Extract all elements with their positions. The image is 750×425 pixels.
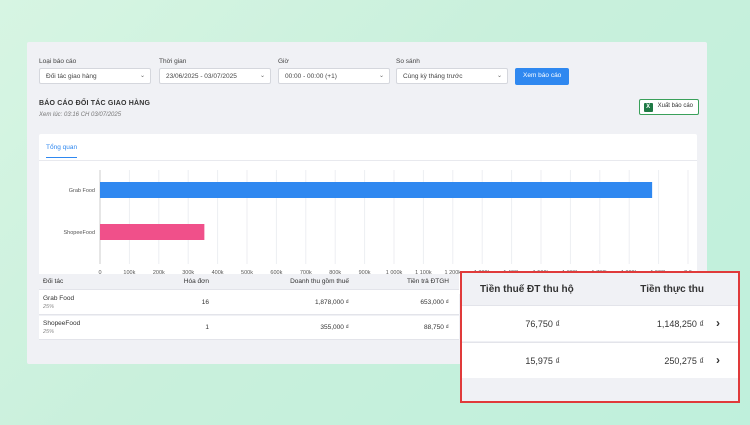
- filter-label: So sánh: [396, 58, 420, 65]
- chevron-down-icon: ⌄: [259, 73, 265, 79]
- table-row[interactable]: ShopeeFood 25% 1 355,000 ₫ 88,750 ₫: [39, 316, 459, 340]
- tax-value: 15,975 ₫: [525, 356, 560, 366]
- select-value: Cùng kỳ tháng trước: [403, 73, 463, 80]
- select-value: 23/06/2025 - 03/07/2025: [166, 73, 237, 80]
- partner-table: Đối tác Hóa đơn Doanh thu gồm thuế Tiền …: [39, 274, 459, 344]
- chevron-down-icon: ⌄: [139, 73, 145, 79]
- partner-name: ShopeeFood: [43, 320, 81, 327]
- callout-row[interactable]: 76,750 ₫ 1,148,250 ₫ ›: [462, 305, 738, 341]
- chevron-right-icon[interactable]: ›: [716, 316, 720, 330]
- hour-select[interactable]: 00:00 - 00:00 (+1) ⌄: [278, 68, 390, 84]
- filter-label: Giờ: [278, 58, 289, 65]
- invoice-count: 16: [201, 299, 209, 306]
- table-header: Đối tác Hóa đơn Doanh thu gồm thuế Tiền …: [39, 274, 459, 290]
- category-label: Grab Food: [69, 188, 95, 194]
- paid-value: 653,000 ₫: [420, 299, 449, 306]
- partner-name: Grab Food: [43, 295, 75, 302]
- paid-value: 88,750 ₫: [423, 324, 449, 331]
- col-invoices: Hóa đơn: [183, 278, 209, 285]
- category-label: ShopeeFood: [64, 230, 96, 236]
- partner-share: 25%: [43, 329, 55, 335]
- table-row[interactable]: Grab Food 25% 16 1,878,000 ₫ 653,000 ₫: [39, 291, 459, 315]
- select-value: Đối tác giao hàng: [46, 73, 97, 80]
- compare-select[interactable]: Cùng kỳ tháng trước ⌄: [396, 68, 508, 84]
- col-partner: Đối tác: [43, 278, 64, 285]
- highlight-callout: Tiền thuế ĐT thu hộ Tiền thực thu 76,750…: [460, 271, 740, 403]
- actual-value: 1,148,250 ₫: [656, 319, 704, 329]
- tax-value: 76,750 ₫: [525, 319, 560, 329]
- invoice-count: 1: [205, 324, 209, 331]
- bar-shopeefood: [100, 224, 205, 240]
- date-range-select[interactable]: 23/06/2025 - 03/07/2025 ⌄: [159, 68, 271, 84]
- actual-value: 250,275 ₫: [664, 356, 704, 366]
- export-label: Xuất báo cáo: [657, 103, 693, 109]
- tab-overview[interactable]: Tổng quan: [46, 144, 78, 158]
- select-value: 00:00 - 00:00 (+1): [285, 73, 337, 80]
- report-title: BÁO CÁO ĐỐI TÁC GIAO HÀNG: [39, 100, 151, 107]
- callout-header: Tiền thuế ĐT thu hộ Tiền thực thu: [462, 273, 738, 305]
- chevron-right-icon[interactable]: ›: [716, 353, 720, 367]
- chart-card: Tổng quan 0 100k 200k 300k 400k 500k 600k 700k 8…: [39, 134, 697, 294]
- revenue-value: 1,878,000 ₫: [314, 299, 349, 306]
- filter-label: Thời gian: [159, 58, 187, 65]
- export-report-button[interactable]: X Xuất báo cáo: [638, 99, 699, 115]
- col-revenue: Doanh thu gồm thuế: [290, 278, 349, 285]
- report-type-select[interactable]: Đối tác giao hàng ⌄: [39, 68, 151, 84]
- revenue-value: 355,000 ₫: [320, 324, 349, 331]
- report-timestamp: Xem lúc: 03:16 CH 03/07/2025: [39, 112, 122, 118]
- chevron-down-icon: ⌄: [378, 73, 384, 79]
- col-actual-received: Tiền thực thu: [640, 284, 704, 295]
- col-collected-tax: Tiền thuế ĐT thu hộ: [480, 284, 574, 295]
- callout-row[interactable]: 15,975 ₫ 250,275 ₫ ›: [462, 342, 738, 378]
- tab-divider: [39, 160, 697, 161]
- view-report-button[interactable]: Xem báo cáo: [515, 68, 570, 85]
- bar-grab-food: [100, 182, 653, 198]
- excel-icon: X: [643, 103, 653, 112]
- col-paid: Tiền trả ĐTGH: [406, 278, 449, 285]
- chevron-down-icon: ⌄: [496, 73, 502, 79]
- partner-share: 25%: [43, 304, 55, 310]
- filter-label: Loại báo cáo: [39, 58, 77, 65]
